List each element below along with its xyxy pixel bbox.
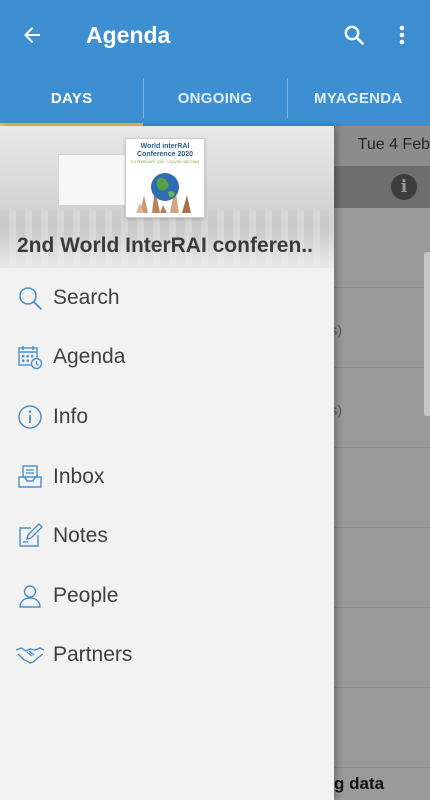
back-arrow-icon — [24, 27, 40, 43]
back-button[interactable] — [0, 0, 64, 70]
search-icon — [344, 25, 364, 45]
calendar-icon — [0, 337, 53, 377]
drawer-item-label: Agenda — [53, 345, 126, 369]
handshake-icon — [0, 635, 53, 675]
more-vert-icon — [399, 25, 405, 45]
drawer-item-people[interactable]: People — [0, 566, 334, 626]
info-icon — [0, 397, 53, 437]
info-icon: i — [391, 174, 417, 200]
globe-hands-icon — [136, 173, 191, 213]
drawer-menu: Search Agenda Info Inbox Notes People Pa… — [0, 268, 334, 685]
tab-ongoing[interactable]: ONGOING — [143, 70, 286, 126]
logo-line-3: 3-4 FEBRUARY 2020 · LEUVEN, BELGIUM — [130, 160, 200, 164]
overflow-menu-button[interactable] — [378, 0, 426, 70]
inbox-icon — [0, 457, 53, 497]
drawer-item-label: Inbox — [53, 464, 105, 488]
drawer-item-search[interactable]: Search — [0, 268, 334, 328]
logo-line-1: World interRAI — [140, 143, 190, 150]
tab-myagenda[interactable]: MYAGENDA — [286, 70, 430, 126]
drawer-header: World interRAI Conference 2020 3-4 FEBRU… — [0, 126, 334, 268]
tab-days[interactable]: DAYS — [0, 70, 144, 126]
date-label: Tue 4 Feb — [357, 136, 430, 153]
tab-bar: DAYS ONGOING MYAGENDA — [0, 70, 430, 126]
drawer-item-label: People — [53, 583, 119, 607]
search-icon — [0, 278, 53, 318]
drawer-item-label: Notes — [53, 524, 108, 548]
drawer-item-info[interactable]: Info — [0, 387, 334, 447]
search-button[interactable] — [330, 0, 378, 70]
drawer-item-inbox[interactable]: Inbox — [0, 447, 334, 507]
logo-line-2: Conference 2020 — [136, 151, 194, 158]
drawer-item-partners[interactable]: Partners — [0, 626, 334, 686]
drawer-item-agenda[interactable]: Agenda — [0, 328, 334, 388]
drawer-item-label: Partners — [53, 643, 133, 667]
scrollbar[interactable] — [424, 252, 430, 416]
app-bar: Agenda — [0, 0, 430, 70]
drawer-item-label: Search — [53, 285, 120, 309]
drawer-item-notes[interactable]: Notes — [0, 506, 334, 566]
navigation-drawer: World interRAI Conference 2020 3-4 FEBRU… — [0, 126, 334, 800]
drawer-title: 2nd World InterRAI conferen.. — [17, 234, 313, 257]
notes-icon — [0, 516, 53, 556]
person-icon — [0, 576, 53, 616]
page-title: Agenda — [86, 21, 171, 48]
drawer-item-label: Info — [53, 404, 89, 428]
row-title: g data — [334, 774, 385, 793]
conference-logo: World interRAI Conference 2020 3-4 FEBRU… — [125, 138, 205, 218]
